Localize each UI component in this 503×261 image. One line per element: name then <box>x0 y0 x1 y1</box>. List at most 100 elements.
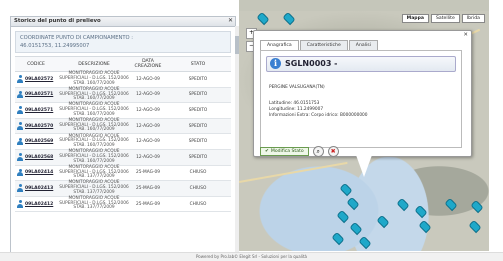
row-description: Monitoraggio acque superficiali - D.Lgs.… <box>59 149 129 164</box>
user-icon <box>17 200 23 208</box>
row-date: 12-AGO-09 <box>136 92 160 98</box>
map-marker-icon[interactable] <box>418 219 432 234</box>
sample-code-link[interactable]: 09LA02571 <box>25 92 53 97</box>
user-icon <box>17 168 23 177</box>
zoom-marker-icon[interactable]: ⌕ <box>312 146 324 157</box>
map-marker-icon[interactable] <box>414 204 428 219</box>
coords-value: 46.0151753, 11.24995007 <box>20 43 90 49</box>
row-description: Monitoraggio acque superficiali - D.Lgs.… <box>59 86 129 102</box>
row-state: Spedito <box>188 92 208 98</box>
station-latitude: Latitudine: 46.0151753 <box>269 101 320 106</box>
table-row[interactable]: 09LA02414 Monitoraggio acque superficial… <box>15 164 231 182</box>
satellite-type-button[interactable]: Satellite <box>431 14 460 23</box>
table-body: 09LA02572 Monitoraggio acque superficial… <box>15 71 231 213</box>
delete-marker-icon[interactable]: ✖ <box>327 146 339 157</box>
row-state: Spedito <box>188 107 208 113</box>
col-description: Descrizione <box>78 61 110 67</box>
row-date: 25-MAG-09 <box>136 201 160 207</box>
row-description: Monitoraggio acque superficiali - D.Lgs.… <box>59 180 129 195</box>
row-state: Chiuso <box>189 201 207 207</box>
table-row[interactable]: 09LA02572 Monitoraggio acque superficial… <box>15 71 231 88</box>
close-icon[interactable]: ✕ <box>463 32 468 38</box>
change-state-label: Modifica Stato <box>270 149 304 154</box>
map-marker-icon[interactable] <box>336 209 350 224</box>
map-marker-icon[interactable] <box>468 219 482 234</box>
row-description: Monitoraggio acque superficiali - D.Lgs.… <box>59 133 129 149</box>
row-state: Spedito <box>188 76 208 82</box>
map-top-strip <box>239 0 489 11</box>
row-date: 12-AGO-09 <box>136 154 160 160</box>
map-type-button[interactable]: Mappa <box>401 14 429 23</box>
row-description: Monitoraggio acque superficiali - D.Lgs.… <box>59 164 129 180</box>
user-icon <box>17 122 23 130</box>
row-date: 12-AGO-09 <box>136 123 160 129</box>
map-marker-icon[interactable] <box>346 196 360 211</box>
table-row[interactable]: 09LA02569 Monitoraggio acque superficial… <box>15 134 231 150</box>
col-date: Data creazione <box>134 58 162 70</box>
col-code: Codice <box>27 61 45 67</box>
popup-actions: ✔ Modifica Stato ⌕ ✖ <box>260 146 339 157</box>
row-state: Chiuso <box>189 185 207 191</box>
row-state: Spedito <box>188 123 208 129</box>
col-state: Stato <box>190 61 206 67</box>
coords-label: Coordinate punto di campionamento : <box>20 35 134 41</box>
coords-box: Coordinate punto di campionamento : 46.0… <box>15 31 231 53</box>
sample-code-link[interactable]: 09LA02569 <box>25 139 53 144</box>
popup-pointer <box>356 155 372 177</box>
sample-code-link[interactable]: 09LA02570 <box>25 124 53 129</box>
row-date: 25-MAG-09 <box>136 185 160 191</box>
row-date: 25-MAG-09 <box>136 170 160 176</box>
map-marker-icon[interactable] <box>349 221 363 236</box>
info-icon: i <box>270 58 281 69</box>
popup-content: i SGLN0003 - PERGINE VALSUGANA(TN) Latit… <box>260 50 462 148</box>
row-description: Monitoraggio acque superficiali - D.Lgs.… <box>59 195 129 211</box>
station-header: i SGLN0003 - <box>266 56 456 72</box>
user-icon <box>17 75 23 83</box>
station-longitude: Longitudine: 11.2499007 <box>269 107 324 112</box>
row-description: Monitoraggio acque superficiali - D.Lgs.… <box>59 102 129 117</box>
map-marker-icon[interactable] <box>256 11 270 26</box>
map-marker-icon[interactable] <box>282 11 296 26</box>
sample-code-link[interactable]: 09LA02412 <box>25 202 53 207</box>
table-row[interactable]: 09LA02568 Monitoraggio acque superficial… <box>15 149 231 166</box>
row-date: 12-AGO-09 <box>136 76 160 82</box>
row-date: 12-AGO-09 <box>136 107 160 113</box>
map-marker-icon[interactable] <box>470 199 484 214</box>
check-icon: ✔ <box>265 149 269 154</box>
table-row[interactable]: 09LA02570 Monitoraggio acque superficial… <box>15 118 231 135</box>
row-description: Monitoraggio acque superficiali - D.Lgs.… <box>59 118 129 133</box>
row-state: Spedito <box>188 139 208 145</box>
history-panel: Storico del punto di prelievo Coordinate… <box>10 16 236 254</box>
map-marker-icon[interactable] <box>376 214 390 229</box>
table-row[interactable]: 09LA02571 Monitoraggio acque superficial… <box>15 86 231 104</box>
map-marker-icon[interactable] <box>396 197 410 212</box>
sample-code-link[interactable]: 09LA02414 <box>25 170 53 175</box>
user-icon <box>17 184 23 192</box>
close-icon[interactable]: ✕ <box>228 17 233 24</box>
table-row[interactable]: 09LA02413 Monitoraggio acque superficial… <box>15 181 231 197</box>
panel-title: Storico del punto di prelievo <box>11 17 235 27</box>
user-icon <box>17 106 23 114</box>
row-state: Spedito <box>188 154 208 160</box>
station-place: PERGINE VALSUGANA(TN) <box>269 85 325 90</box>
sample-code-link[interactable]: 09LA02571 <box>25 108 53 113</box>
row-description: Monitoraggio acque superficiali - D.Lgs.… <box>59 71 129 86</box>
station-extra-info: Informazioni Extra: Corpo idrico: B00000… <box>269 113 368 118</box>
row-date: 12-AGO-09 <box>136 139 160 145</box>
map-type-controls: Mappa Satellite Ibrida <box>401 14 485 23</box>
map-marker-icon[interactable] <box>444 197 458 212</box>
station-popup: ✕ Anagrafica Caratteristiche Analisi i S… <box>253 30 472 157</box>
table-row[interactable]: 09LA02571 Monitoraggio acque superficial… <box>15 103 231 119</box>
table-header: Codice Descrizione Data creazione Stato <box>15 56 231 72</box>
sample-code-link[interactable]: 09LA02572 <box>25 77 53 82</box>
map-marker-icon[interactable] <box>339 182 353 197</box>
map-marker-icon[interactable] <box>358 235 372 250</box>
hybrid-type-button[interactable]: Ibrida <box>461 14 485 23</box>
change-state-button[interactable]: ✔ Modifica Stato <box>260 147 309 156</box>
sample-code-link[interactable]: 09LA02413 <box>25 186 53 191</box>
user-icon <box>17 137 23 146</box>
table-row[interactable]: 09LA02412 Monitoraggio acque superficial… <box>15 195 231 213</box>
sample-code-link[interactable]: 09LA02568 <box>25 155 53 160</box>
map-marker-icon[interactable] <box>331 231 345 246</box>
user-icon <box>17 90 23 99</box>
